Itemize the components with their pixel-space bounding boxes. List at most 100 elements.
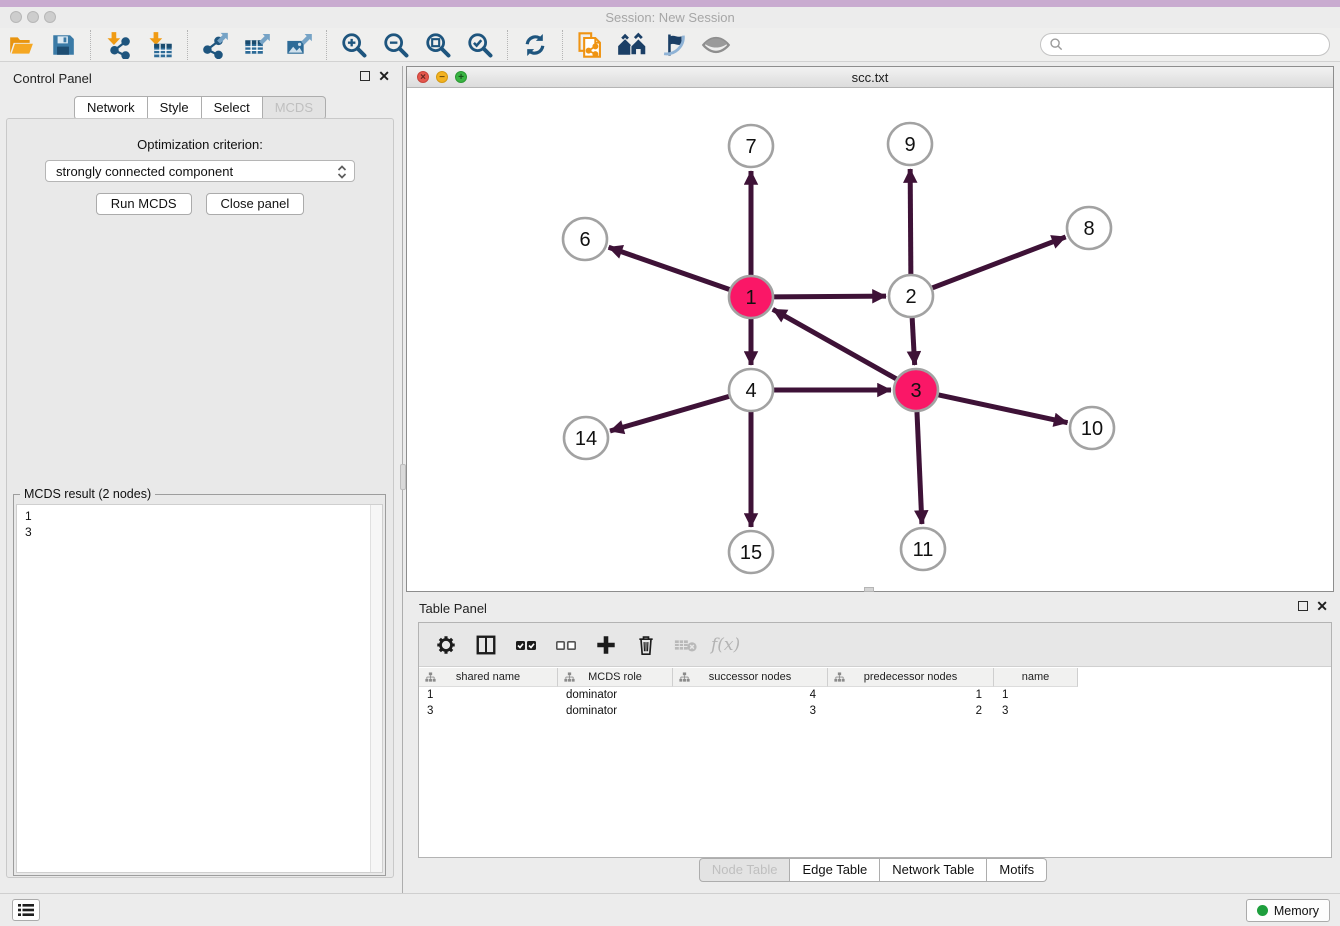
graph-edge-2-8[interactable] xyxy=(932,237,1066,288)
add-row-button[interactable] xyxy=(591,630,621,660)
show-graphics-details-button[interactable] xyxy=(699,30,733,60)
column-header-label: successor nodes xyxy=(673,671,827,683)
refresh-icon xyxy=(522,32,548,58)
home-button[interactable] xyxy=(615,30,649,60)
tab-network[interactable]: Network xyxy=(74,96,148,120)
mcds-result-box: MCDS result (2 nodes) 13 xyxy=(13,494,386,876)
hide-labels-button[interactable] xyxy=(657,30,691,60)
graph-node-2[interactable]: 2 xyxy=(889,275,933,317)
deselect-all-button[interactable] xyxy=(551,630,581,660)
network-svg: 7 9 6 8 1 2 4 3 14 10 15 11 xyxy=(407,88,1333,591)
session-title: Session: New Session xyxy=(0,10,1340,25)
tab-motifs[interactable]: Motifs xyxy=(987,858,1047,882)
tab-mcds[interactable]: MCDS xyxy=(263,96,326,120)
delete-column-button[interactable] xyxy=(671,630,701,660)
zoom-fit-button[interactable] xyxy=(421,30,455,60)
search-icon xyxy=(1049,37,1064,52)
unchecked-boxes-icon xyxy=(554,633,578,657)
column-header-name[interactable]: name xyxy=(994,668,1078,687)
search-input[interactable] xyxy=(1040,33,1330,56)
result-scrollbar[interactable] xyxy=(370,505,382,872)
import-table-icon xyxy=(146,31,174,59)
tab-select[interactable]: Select xyxy=(202,96,263,120)
table-settings-button[interactable] xyxy=(431,630,461,660)
trash-icon xyxy=(636,634,656,656)
main-toolbar xyxy=(0,28,1340,62)
tab-style[interactable]: Style xyxy=(148,96,202,120)
task-history-button[interactable] xyxy=(12,899,40,921)
save-session-button[interactable] xyxy=(46,30,80,60)
graph-edge-2-9[interactable] xyxy=(910,169,911,274)
graph-edge-3-1[interactable] xyxy=(773,309,897,379)
export-table-button[interactable] xyxy=(240,30,274,60)
close-panel-button[interactable]: Close panel xyxy=(206,193,305,215)
graph-edge-4-14[interactable] xyxy=(610,396,730,431)
hide-labels-icon xyxy=(660,31,688,59)
graph-node-10[interactable]: 10 xyxy=(1070,407,1114,449)
export-image-button[interactable] xyxy=(282,30,316,60)
graph-node-14[interactable]: 14 xyxy=(564,417,608,459)
export-table-icon xyxy=(243,31,271,59)
criterion-dropdown[interactable]: strongly connected component xyxy=(45,160,355,182)
column-header-MCDS-role[interactable]: MCDS role xyxy=(558,668,673,687)
column-header-shared-name[interactable]: shared name xyxy=(419,668,558,687)
graph-edge-1-2[interactable] xyxy=(773,296,886,297)
run-mcds-button[interactable]: Run MCDS xyxy=(96,193,192,215)
import-network-icon xyxy=(104,31,132,59)
table-header-row: shared nameMCDS rolesuccessor nodesprede… xyxy=(419,668,1078,687)
table-panel-title: Table Panel xyxy=(419,601,487,616)
graph-node-3[interactable]: 3 xyxy=(894,369,938,411)
network-canvas[interactable]: 7 9 6 8 1 2 4 3 14 10 15 11 xyxy=(407,88,1333,591)
columns-icon xyxy=(475,634,497,656)
function-builder-button[interactable]: f(x) xyxy=(711,630,740,660)
graph-node-4[interactable]: 4 xyxy=(729,369,773,411)
graph-node-6[interactable]: 6 xyxy=(563,218,607,260)
open-session-button[interactable] xyxy=(4,30,38,60)
graph-node-7[interactable]: 7 xyxy=(729,125,773,167)
column-header-successor-nodes[interactable]: successor nodes xyxy=(673,668,828,687)
graph-edge-2-3[interactable] xyxy=(912,318,915,365)
float-panel-icon[interactable] xyxy=(360,71,370,81)
zoom-in-button[interactable] xyxy=(337,30,371,60)
graph-edge-3-11[interactable] xyxy=(917,412,922,524)
column-header-predecessor-nodes[interactable]: predecessor nodes xyxy=(828,668,994,687)
open-folder-icon xyxy=(7,32,35,58)
graph-node-1[interactable]: 1 xyxy=(729,276,773,318)
float-table-panel-icon[interactable] xyxy=(1298,601,1308,611)
network-window-titlebar[interactable]: × − + scc.txt xyxy=(407,67,1333,88)
close-panel-icon[interactable]: ✕ xyxy=(378,71,390,81)
zoom-selected-button[interactable] xyxy=(463,30,497,60)
table-row[interactable]: 1dominator411 xyxy=(419,687,1078,703)
toolbar-separator xyxy=(507,30,508,60)
graph-edge-1-6[interactable] xyxy=(609,247,731,289)
import-network-button[interactable] xyxy=(101,30,135,60)
mcds-result-list[interactable]: 13 xyxy=(16,504,383,873)
import-table-button[interactable] xyxy=(143,30,177,60)
graph-edge-3-10[interactable] xyxy=(938,395,1068,423)
close-table-panel-icon[interactable]: ✕ xyxy=(1316,601,1328,611)
toolbar-separator xyxy=(187,30,188,60)
export-network-button[interactable] xyxy=(198,30,232,60)
tab-node-table[interactable]: Node Table xyxy=(699,858,791,882)
zoom-fit-icon xyxy=(424,31,452,59)
graph-node-11[interactable]: 11 xyxy=(901,528,945,570)
table-cell: 4 xyxy=(673,687,828,703)
select-columns-button[interactable] xyxy=(471,630,501,660)
table-row[interactable]: 3dominator323 xyxy=(419,703,1078,719)
delete-row-button[interactable] xyxy=(631,630,661,660)
clone-network-button[interactable] xyxy=(573,30,607,60)
tab-edge-table[interactable]: Edge Table xyxy=(790,858,880,882)
network-resize-handle[interactable] xyxy=(864,587,874,592)
refresh-view-button[interactable] xyxy=(518,30,552,60)
zoom-out-button[interactable] xyxy=(379,30,413,60)
memory-button[interactable]: Memory xyxy=(1246,899,1330,922)
graph-node-9[interactable]: 9 xyxy=(888,123,932,165)
graph-node-8[interactable]: 8 xyxy=(1067,207,1111,249)
zoom-out-icon xyxy=(382,31,410,59)
column-header-label: name xyxy=(994,671,1077,683)
select-all-button[interactable] xyxy=(511,630,541,660)
column-header-label: MCDS role xyxy=(558,671,672,683)
tab-network-table[interactable]: Network Table xyxy=(880,858,987,882)
memory-label: Memory xyxy=(1274,904,1319,918)
graph-node-15[interactable]: 15 xyxy=(729,531,773,573)
